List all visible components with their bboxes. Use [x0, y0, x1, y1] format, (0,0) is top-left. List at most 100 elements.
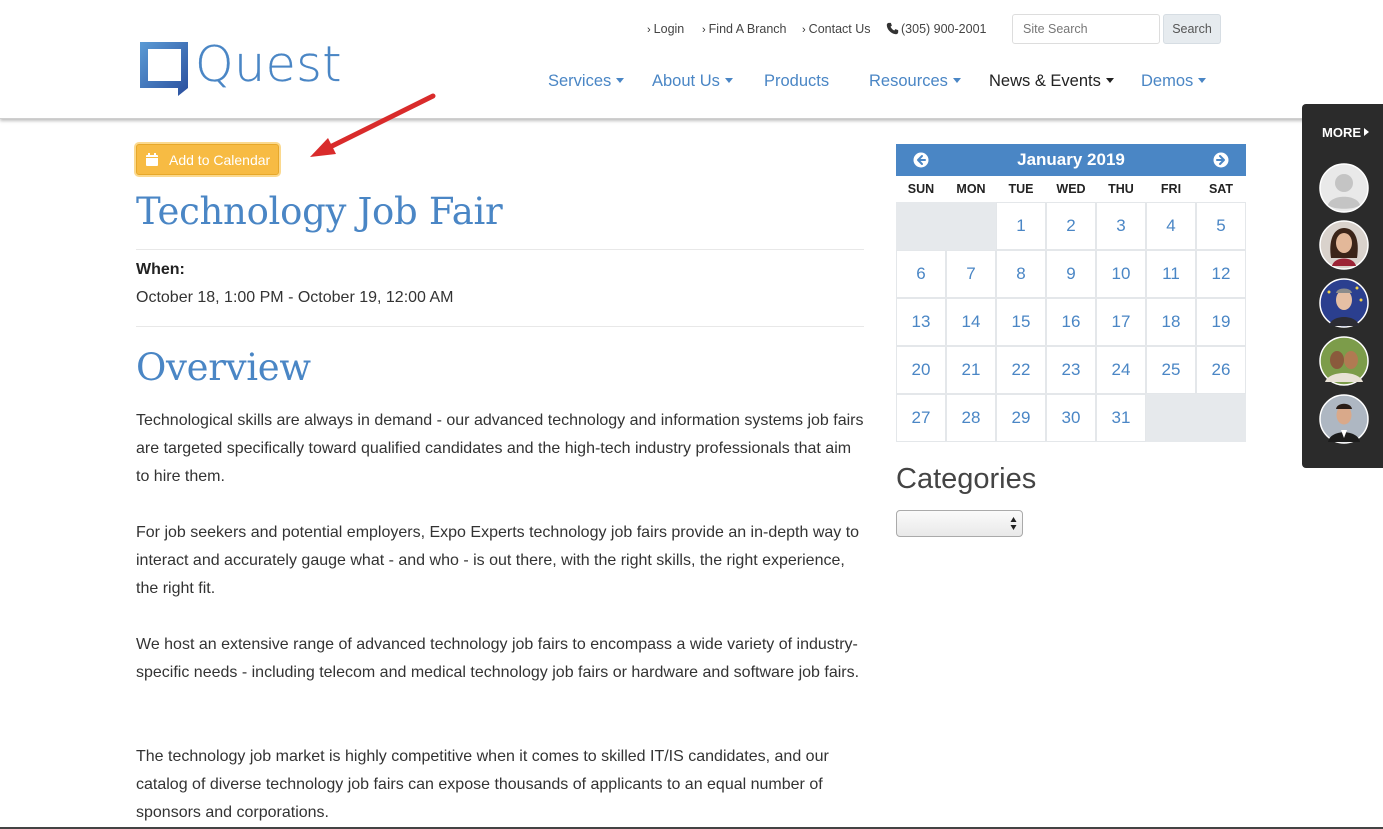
calendar-day[interactable]: 20: [896, 346, 946, 394]
calendar-day[interactable]: 10: [1096, 250, 1146, 298]
weekday-header: SUN: [907, 182, 935, 196]
man-flag-avatar[interactable]: [1319, 278, 1369, 328]
select-arrows-icon: [1010, 517, 1017, 530]
calendar-empty-cell: [896, 202, 946, 250]
nav-resources-label: Resources: [869, 72, 948, 90]
calendar-day[interactable]: 15: [996, 298, 1046, 346]
calendar-day[interactable]: 21: [946, 346, 996, 394]
phone-icon: [886, 22, 899, 35]
calendar-day[interactable]: 4: [1146, 202, 1196, 250]
nav-news-events[interactable]: News & Events: [989, 72, 1114, 91]
calendar-empty-cell: [1196, 394, 1246, 442]
contact-label: Contact Us: [808, 22, 871, 36]
calendar-day[interactable]: 13: [896, 298, 946, 346]
calendar-day[interactable]: 24: [1096, 346, 1146, 394]
when-value: October 18, 1:00 PM - October 19, 12:00 …: [136, 289, 454, 306]
quest-logo[interactable]: Quest: [140, 36, 342, 98]
overview-paragraph: For job seekers and potential employers,…: [136, 524, 860, 597]
calendar-day[interactable]: 12: [1196, 250, 1246, 298]
caret-down-icon: [1105, 78, 1114, 83]
calendar-day[interactable]: 29: [996, 394, 1046, 442]
weekday-header: WED: [1056, 182, 1086, 196]
calendar-day[interactable]: 11: [1146, 250, 1196, 298]
when-label: When:: [136, 261, 185, 278]
login-label: Login: [653, 22, 685, 36]
add-to-calendar-button[interactable]: Add to Calendar: [136, 144, 279, 175]
calendar-day[interactable]: 16: [1046, 298, 1096, 346]
overview-heading: Overview: [136, 346, 311, 389]
calendar-day[interactable]: 26: [1196, 346, 1246, 394]
calendar-day[interactable]: 2: [1046, 202, 1096, 250]
weekday-header: MON: [956, 182, 986, 196]
overview-paragraph: Technological skills are always in deman…: [136, 412, 864, 485]
calendar-empty-cell: [1146, 394, 1196, 442]
site-search-input[interactable]: [1012, 14, 1160, 44]
quest-logo-icon: [140, 42, 188, 96]
man-suit-avatar[interactable]: [1319, 394, 1369, 444]
caret-right-icon: [1364, 128, 1369, 136]
weekday-header: FRI: [1160, 182, 1182, 196]
calendar-header: January 2019: [896, 144, 1246, 176]
nav-demos-label: Demos: [1141, 72, 1194, 90]
calendar-day[interactable]: 3: [1096, 202, 1146, 250]
weekday-header: SAT: [1208, 182, 1234, 196]
calendar-day[interactable]: 31: [1096, 394, 1146, 442]
calendar-day[interactable]: 28: [946, 394, 996, 442]
nav-demos[interactable]: Demos: [1141, 72, 1207, 91]
nav-about-us[interactable]: About Us: [652, 72, 733, 91]
nav-services[interactable]: Services: [548, 72, 625, 91]
site-header: Quest › Login › Find A Branch › Contact Us …: [0, 0, 1383, 119]
caret-down-icon: [616, 78, 625, 83]
nav-about-us-label: About Us: [652, 72, 720, 90]
calendar-day[interactable]: 25: [1146, 346, 1196, 394]
caret-down-icon: [1198, 78, 1207, 83]
search-button[interactable]: Search: [1163, 14, 1221, 44]
calendar-weekdays: SUN MON TUE WED THU FRI SAT: [896, 176, 1246, 202]
mini-calendar: January 2019 SUN MON TUE WED THU FRI SAT 12345…: [896, 144, 1246, 442]
calendar-day[interactable]: 27: [896, 394, 946, 442]
add-to-calendar-label: Add to Calendar: [169, 151, 271, 168]
calendar-month-label: January 2019: [1017, 150, 1125, 169]
event-title: Technology Job Fair: [136, 190, 503, 233]
calendar-day[interactable]: 19: [1196, 298, 1246, 346]
nav-services-label: Services: [548, 72, 612, 90]
default-user-avatar[interactable]: [1319, 163, 1369, 213]
find-branch-label: Find A Branch: [708, 22, 787, 36]
woman-avatar[interactable]: [1319, 220, 1369, 270]
calendar-day[interactable]: 5: [1196, 202, 1246, 250]
calendar-day[interactable]: 7: [946, 250, 996, 298]
chevron-right-icon: ›: [802, 24, 806, 36]
chevron-right-icon: ›: [702, 24, 706, 36]
weekday-header: TUE: [1008, 182, 1034, 196]
calendar-day[interactable]: 8: [996, 250, 1046, 298]
calendar-day[interactable]: 30: [1046, 394, 1096, 442]
divider: [136, 249, 864, 250]
calendar-day[interactable]: 22: [996, 346, 1046, 394]
couple-avatar[interactable]: [1319, 336, 1369, 386]
login-link[interactable]: › Login: [647, 22, 684, 36]
calendar-day[interactable]: 17: [1096, 298, 1146, 346]
phone-number: (305) 900-2001: [901, 22, 987, 36]
nav-products[interactable]: Products: [764, 72, 829, 91]
caret-down-icon: [724, 78, 733, 83]
more-toggle[interactable]: MORE: [1322, 125, 1369, 140]
calendar-days: 1 2 3 4 5 6 7 8 9 10 11 12 13 14 15 16 17 18 19 20 21 22 23 24 2…: [896, 202, 1246, 442]
categories-select[interactable]: [896, 510, 1023, 537]
contact-link[interactable]: › Contact Us: [802, 22, 871, 36]
calendar-icon: [146, 153, 158, 166]
overview-paragraph: The technology job market is highly comp…: [136, 748, 829, 821]
calendar-day[interactable]: 14: [946, 298, 996, 346]
calendar-day[interactable]: 6: [896, 250, 946, 298]
find-branch-link[interactable]: › Find A Branch: [702, 22, 787, 36]
weekday-header: THU: [1108, 182, 1134, 196]
calendar-day[interactable]: 18: [1146, 298, 1196, 346]
next-month-icon[interactable]: [1213, 152, 1229, 168]
prev-month-icon[interactable]: [913, 152, 929, 168]
nav-resources[interactable]: Resources: [869, 72, 961, 91]
calendar-empty-cell: [946, 202, 996, 250]
categories-heading: Categories: [896, 463, 1037, 495]
calendar-day[interactable]: 23: [1046, 346, 1096, 394]
calendar-day[interactable]: 9: [1046, 250, 1096, 298]
phone-link[interactable]: (305) 900-2001: [886, 22, 986, 36]
calendar-day[interactable]: 1: [996, 202, 1046, 250]
